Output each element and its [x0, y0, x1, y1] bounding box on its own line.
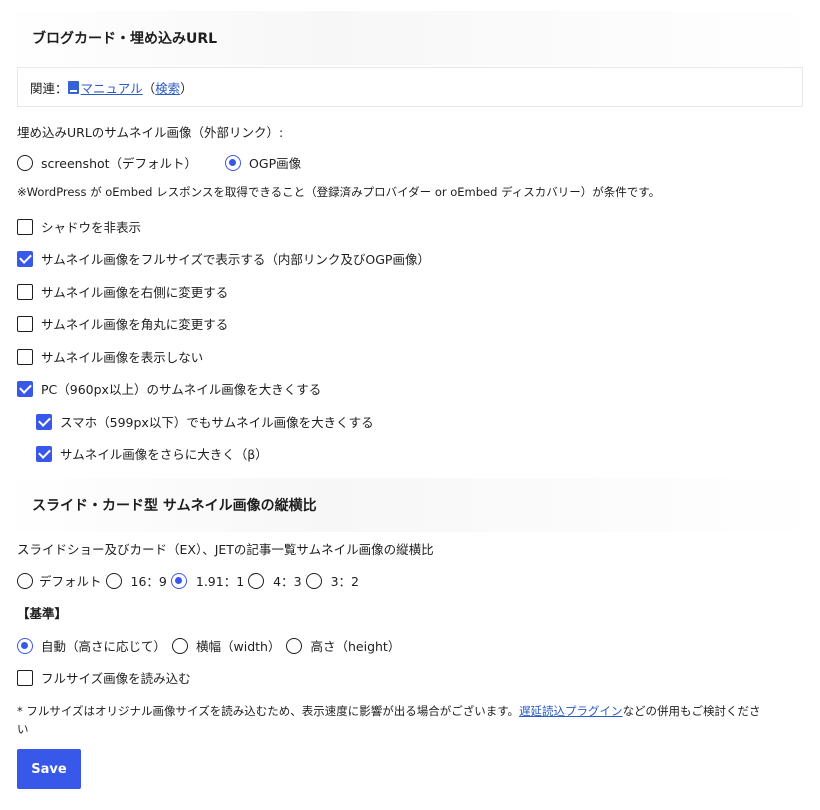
- basis-radio-group: 自動（高さに応じて） 横幅（width） 高さ（height）: [17, 636, 400, 655]
- aspect-ratio-label: スライドショー及びカード（EX）、JETの記事一覧サムネイル画像の縦横比: [17, 542, 434, 557]
- checkbox-box[interactable]: [17, 348, 33, 365]
- thumb-source-radio-group: screenshot（デフォルト） OGP画像: [17, 153, 301, 172]
- checkbox-larger-thumb-beta[interactable]: サムネイル画像をさらに大きく（β）: [36, 444, 268, 463]
- checkbox-box[interactable]: [17, 380, 33, 397]
- radio-basis-auto[interactable]: [17, 637, 33, 654]
- section-title-blogcard: ブログカード・埋め込みURL: [0, 11, 820, 65]
- section-title-aspect: スライド・カード型 サムネイル画像の縦横比: [0, 478, 820, 532]
- checkbox-box[interactable]: [36, 413, 52, 430]
- oembed-note: ※WordPress が oEmbed レスポンスを取得できること（登録済みプロ…: [17, 185, 661, 199]
- fullsize-note: * フルサイズはオリジナル画像サイズを読み込むため、表示速度に影響が出る場合がご…: [17, 704, 761, 736]
- checkbox-fullsize-thumb[interactable]: サムネイル画像をフルサイズで表示する（内部リンク及びOGP画像）: [17, 249, 430, 268]
- checkbox-hide-shadow[interactable]: シャドウを非表示: [17, 217, 141, 236]
- radio-ratio-4-3[interactable]: [248, 572, 265, 589]
- radio-ratio-default[interactable]: [17, 572, 33, 589]
- radio-basis-width[interactable]: [172, 637, 189, 654]
- checkbox-hide-thumb[interactable]: サムネイル画像を表示しない: [17, 347, 203, 366]
- radio-ratio-3-2[interactable]: [305, 572, 322, 589]
- checkbox-box[interactable]: [17, 669, 33, 686]
- checkbox-thumb-right[interactable]: サムネイル画像を右側に変更する: [17, 282, 228, 301]
- radio-ratio-1-91-1[interactable]: [170, 572, 187, 589]
- thumb-source-label: 埋め込みURLのサムネイル画像（外部リンク）:: [17, 125, 284, 140]
- related-links-box: 関連： マニュアル （ 検索 ）: [17, 67, 803, 107]
- save-button[interactable]: Save: [17, 749, 81, 789]
- radio-basis-height[interactable]: [286, 637, 303, 654]
- checkbox-sp-large-thumb[interactable]: スマホ（599px以下）でもサムネイル画像を大きくする: [36, 412, 374, 431]
- checkbox-box[interactable]: [17, 218, 33, 235]
- basis-label: 【基準】: [17, 606, 68, 621]
- lazyload-plugin-link[interactable]: 遅延読込プラグイン: [519, 704, 623, 718]
- related-label: 関連：: [30, 80, 68, 96]
- checkbox-thumb-rounded[interactable]: サムネイル画像を角丸に変更する: [17, 314, 228, 333]
- radio-ratio-16-9[interactable]: [105, 572, 122, 589]
- manual-link[interactable]: マニュアル: [81, 78, 143, 97]
- checkbox-pc-large-thumb[interactable]: PC（960px以上）のサムネイル画像を大きくする: [17, 379, 321, 398]
- checkbox-box[interactable]: [36, 445, 52, 462]
- checkbox-box[interactable]: [17, 315, 33, 332]
- book-icon: [67, 80, 79, 94]
- aspect-ratio-radio-group: デフォルト 16：9 1.91：1 4：3 3：2: [17, 571, 359, 590]
- checkbox-load-fullsize[interactable]: フルサイズ画像を読み込む: [17, 668, 191, 687]
- radio-ogp[interactable]: [225, 154, 242, 171]
- checkbox-box[interactable]: [17, 250, 33, 267]
- radio-ogp-label: OGP画像: [249, 156, 302, 171]
- checkbox-box[interactable]: [17, 283, 33, 300]
- search-link[interactable]: 検索: [155, 78, 180, 97]
- radio-screenshot-label: screenshot（デフォルト）: [41, 156, 198, 171]
- radio-screenshot[interactable]: [17, 154, 33, 171]
